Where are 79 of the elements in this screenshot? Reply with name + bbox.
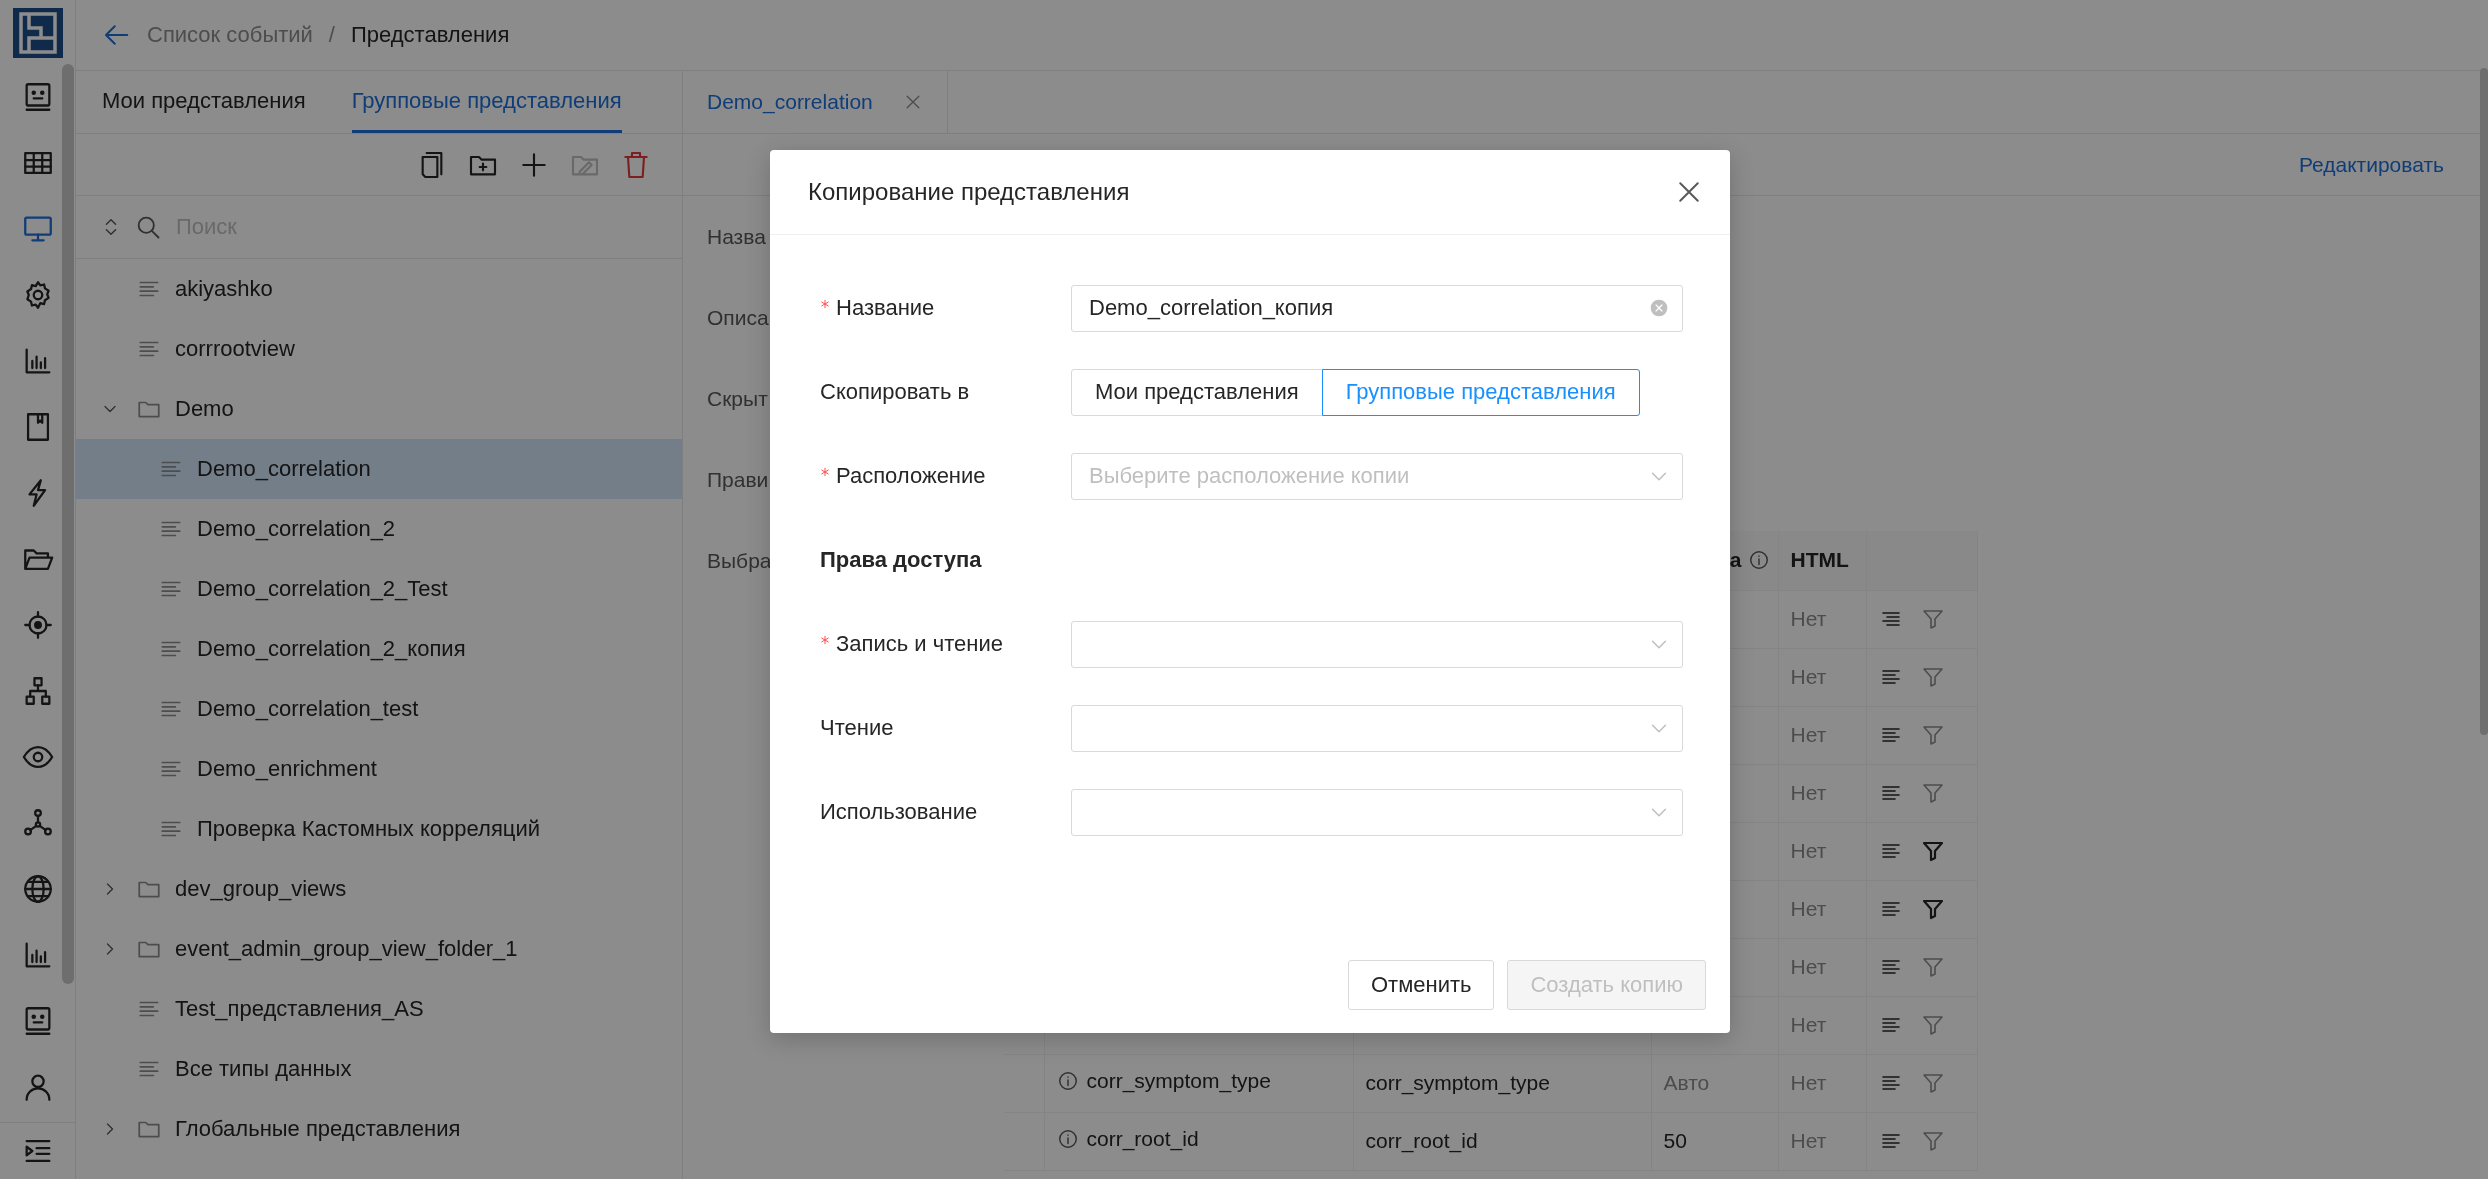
tab[interactable]: Demo_correlation bbox=[683, 71, 948, 133]
tab[interactable]: Мои представления bbox=[102, 71, 306, 133]
scrollbar[interactable] bbox=[62, 64, 74, 984]
required-mark bbox=[820, 635, 830, 645]
filter-icon[interactable] bbox=[1920, 839, 1945, 863]
table-cell: corr_root_id bbox=[1365, 1129, 1478, 1152]
filter-icon[interactable] bbox=[1920, 897, 1945, 921]
table-cell: Нет bbox=[1790, 1013, 1827, 1036]
tree-item[interactable]: Проверка Кастомных корреляций bbox=[76, 799, 682, 859]
filter-icon[interactable] bbox=[1920, 607, 1945, 631]
required-mark bbox=[820, 467, 830, 477]
filter-icon[interactable] bbox=[1920, 781, 1945, 805]
table-cell: corr_symptom_type bbox=[1365, 1071, 1550, 1094]
edit-link[interactable]: Редактировать bbox=[2298, 152, 2444, 177]
field-label: Чтение bbox=[820, 715, 894, 741]
table-cell: Нет bbox=[1790, 607, 1827, 630]
tree-item[interactable]: Demo_enrichment bbox=[76, 739, 682, 799]
table-cell: Нет bbox=[1790, 955, 1827, 978]
select-field[interactable] bbox=[1071, 620, 1683, 668]
select-field[interactable] bbox=[1071, 788, 1683, 836]
tree-item[interactable]: Demo_correlation_2_Test bbox=[76, 559, 682, 619]
filter-icon[interactable] bbox=[1920, 1071, 1945, 1095]
tree-item[interactable]: Все типы данных bbox=[76, 1039, 682, 1099]
form-label: Назва bbox=[707, 224, 766, 249]
name-field[interactable]: Demo_correlation_копия bbox=[1071, 284, 1683, 332]
segment-button[interactable]: Мои представления bbox=[1071, 368, 1323, 416]
field-label: Расположение bbox=[836, 463, 986, 489]
table-cell: corr_symptom_type bbox=[1086, 1069, 1271, 1093]
breadcrumb-separator: / bbox=[328, 22, 335, 48]
table-cell: Нет bbox=[1790, 665, 1827, 688]
segment-button[interactable]: Групповые представления bbox=[1321, 368, 1640, 416]
field-label: Запись и чтение bbox=[836, 631, 1003, 657]
select-field[interactable] bbox=[1071, 704, 1683, 752]
tree-item[interactable]: Test_представления_AS bbox=[76, 979, 682, 1039]
form-label: Описа bbox=[707, 305, 769, 330]
scrollbar[interactable] bbox=[2480, 68, 2488, 735]
info-icon bbox=[1056, 1128, 1079, 1150]
dialog-title: Копирование представления bbox=[808, 178, 1130, 206]
column-header: а bbox=[1729, 548, 1742, 573]
tree-item[interactable]: Demo_correlation_2 bbox=[76, 499, 682, 559]
filter-icon[interactable] bbox=[1920, 1013, 1945, 1037]
tree-item[interactable]: Demo_correlation_test bbox=[76, 679, 682, 739]
tree-item[interactable]: Demo_correlation bbox=[76, 439, 682, 499]
column-header: HTML bbox=[1790, 548, 1849, 572]
field-label: Название bbox=[836, 295, 935, 321]
info-icon bbox=[1056, 1070, 1079, 1092]
section-title: Права доступа bbox=[820, 547, 983, 573]
tree-item[interactable]: dev_group_views bbox=[76, 859, 682, 919]
form-label: Выбра bbox=[707, 547, 772, 574]
table-cell: 50 bbox=[1663, 1129, 1687, 1152]
tree-item[interactable]: akiyashko bbox=[76, 259, 682, 319]
tree-item[interactable]: Глобальные представления bbox=[76, 1099, 682, 1159]
logo[interactable] bbox=[12, 8, 63, 58]
select-field[interactable]: Выберите расположение копии bbox=[1071, 452, 1683, 500]
table-cell: Нет bbox=[1790, 723, 1827, 746]
filter-icon[interactable] bbox=[1920, 723, 1945, 747]
tab[interactable]: Групповые представления bbox=[351, 71, 622, 133]
breadcrumb-item: Представления bbox=[351, 22, 510, 48]
field-label: Использование bbox=[820, 799, 978, 825]
table-cell: Нет bbox=[1790, 839, 1827, 862]
table-cell: Нет bbox=[1790, 1129, 1827, 1152]
tree-item[interactable]: event_admin_group_view_folder_1 bbox=[76, 919, 682, 979]
table-cell: Нет bbox=[1790, 781, 1827, 804]
filter-icon[interactable] bbox=[1920, 1129, 1945, 1153]
table-cell: Нет bbox=[1790, 1071, 1827, 1094]
filter-icon[interactable] bbox=[1920, 955, 1945, 979]
form-label: Скрыт bbox=[707, 386, 768, 411]
cancel-button[interactable]: Отменить bbox=[1347, 960, 1495, 1010]
filter-icon[interactable] bbox=[1920, 665, 1945, 689]
field-label: Скопировать в bbox=[820, 379, 970, 405]
table-cell: Нет bbox=[1790, 897, 1827, 920]
required-mark bbox=[820, 299, 830, 309]
tree-item[interactable]: Demo bbox=[76, 379, 682, 439]
info-icon bbox=[1747, 549, 1770, 572]
form-label: Прави bbox=[707, 467, 769, 492]
table-cell: corr_root_id bbox=[1086, 1127, 1199, 1151]
table-cell: Авто bbox=[1663, 1071, 1710, 1094]
tree-item[interactable]: Demo_correlation_2_копия bbox=[76, 619, 682, 679]
tree-item[interactable]: corrrootview bbox=[76, 319, 682, 379]
